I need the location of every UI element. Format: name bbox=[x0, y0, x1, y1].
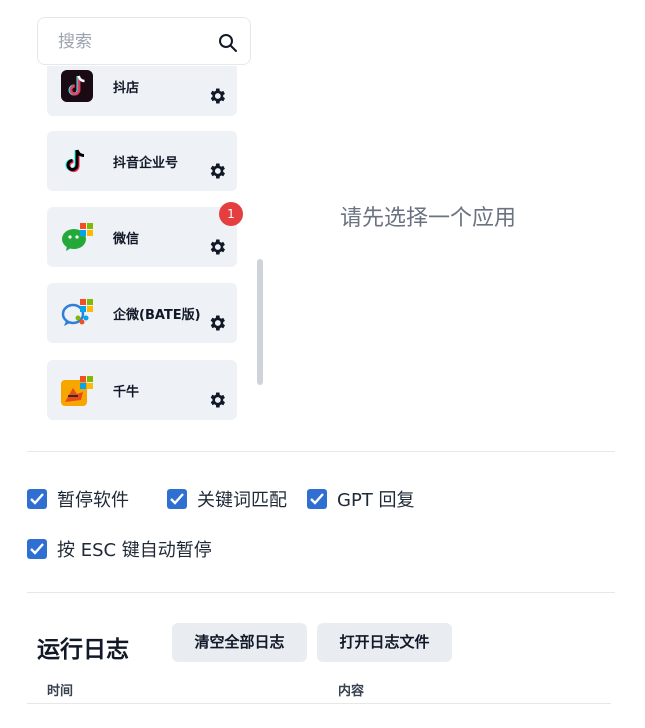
gear-icon[interactable] bbox=[207, 313, 227, 333]
column-header-content: 内容 bbox=[338, 684, 365, 699]
unread-badge: 1 bbox=[219, 202, 243, 226]
table-header-divider bbox=[27, 703, 611, 704]
app-list: 抖店 抖音企业号 微信 1 企微(BATE版) 千牛 bbox=[0, 66, 280, 430]
search-box[interactable] bbox=[37, 17, 251, 65]
option-gpt-reply[interactable]: GPT 回复 bbox=[307, 486, 415, 512]
app-card-qianniu[interactable]: 千牛 bbox=[47, 360, 237, 420]
gear-icon[interactable] bbox=[207, 237, 227, 257]
app-name: 企微(BATE版) bbox=[113, 308, 201, 323]
wecom-icon bbox=[61, 299, 93, 326]
option-pause-software[interactable]: 暂停软件 bbox=[27, 486, 129, 512]
gear-icon[interactable] bbox=[207, 86, 227, 106]
log-title: 运行日志 bbox=[37, 637, 129, 663]
qianniu-icon bbox=[61, 376, 93, 406]
divider bbox=[27, 592, 615, 593]
gear-icon[interactable] bbox=[207, 390, 227, 410]
option-label: 关键词匹配 bbox=[197, 490, 287, 511]
app-card-wechat[interactable]: 微信 1 bbox=[47, 202, 243, 267]
app-list-scrollbar[interactable] bbox=[257, 259, 263, 385]
app-name: 微信 bbox=[113, 232, 140, 247]
wechat-icon bbox=[62, 223, 93, 251]
app-name: 千牛 bbox=[113, 385, 140, 400]
option-esc-pause[interactable]: 按 ESC 键自动暂停 bbox=[27, 536, 212, 562]
checkbox-checked-icon[interactable] bbox=[27, 489, 47, 509]
option-keyword-match[interactable]: 关键词匹配 bbox=[167, 486, 287, 512]
app-card-douyin-enterprise[interactable]: 抖音企业号 bbox=[47, 131, 237, 191]
checkbox-checked-icon[interactable] bbox=[167, 489, 187, 509]
option-label: 按 ESC 键自动暂停 bbox=[57, 540, 212, 561]
checkbox-checked-icon[interactable] bbox=[27, 539, 47, 559]
open-log-file-button[interactable]: 打开日志文件 bbox=[317, 623, 452, 662]
app-name: 抖店 bbox=[113, 81, 140, 96]
app-name: 抖音企业号 bbox=[113, 156, 179, 171]
search-icon[interactable] bbox=[218, 33, 238, 53]
column-header-time: 时间 bbox=[47, 684, 74, 699]
option-label: GPT 回复 bbox=[337, 490, 415, 511]
gear-icon[interactable] bbox=[207, 161, 227, 181]
clear-logs-button[interactable]: 清空全部日志 bbox=[172, 623, 307, 662]
divider bbox=[27, 451, 615, 452]
app-card-wecom[interactable]: 企微(BATE版) bbox=[47, 283, 237, 343]
empty-hint: 请先选择一个应用 bbox=[340, 206, 517, 231]
option-label: 暂停软件 bbox=[57, 490, 129, 511]
douyin-icon bbox=[65, 149, 85, 173]
app-card-douyin-store[interactable]: 抖店 bbox=[47, 66, 237, 116]
search-input[interactable] bbox=[58, 31, 208, 53]
douyin-store-icon bbox=[61, 70, 93, 102]
checkbox-checked-icon[interactable] bbox=[307, 489, 327, 509]
